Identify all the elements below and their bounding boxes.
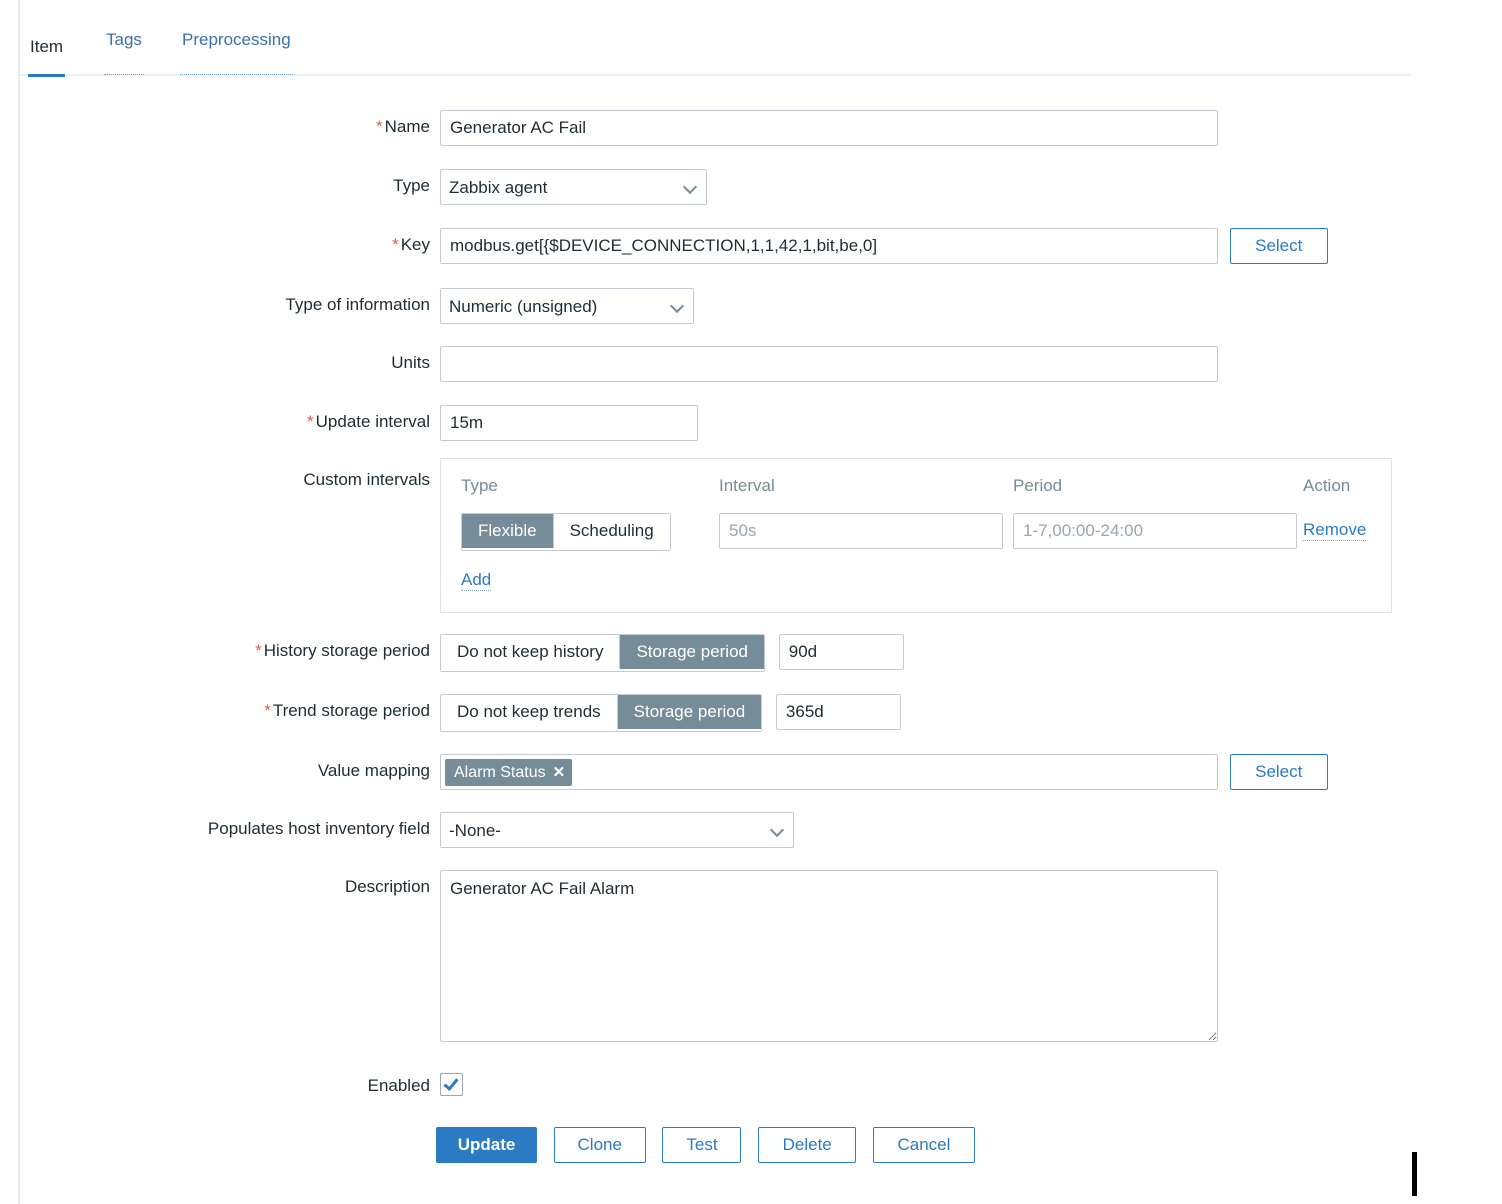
form-tabs: Item Tags Preprocessing: [20, 30, 1411, 77]
host-inventory-select-wrapper: -None-: [440, 812, 794, 848]
value-mapping-chip-label: Alarm Status: [454, 764, 546, 781]
history-storage-period-input[interactable]: [778, 634, 904, 670]
history-storage-period-option[interactable]: Storage period: [620, 635, 764, 669]
close-icon[interactable]: ✕: [553, 764, 566, 781]
custom-interval-remove-link[interactable]: Remove: [1303, 520, 1367, 541]
table-row: Flexible Scheduling: [461, 513, 671, 551]
value-mapping-multiselect[interactable]: Alarm Status ✕: [440, 754, 1218, 790]
test-button[interactable]: Test: [662, 1127, 742, 1163]
enabled-label: Enabled: [367, 1076, 430, 1095]
custom-interval-add-link[interactable]: Add: [461, 570, 492, 591]
required-marker: *: [264, 701, 271, 720]
tab-item[interactable]: Item: [28, 30, 66, 77]
name-input[interactable]: [440, 110, 1218, 146]
key-label: * Key: [392, 235, 430, 254]
required-marker: *: [255, 641, 262, 660]
type-of-information-select-wrapper: Numeric (unsigned): [440, 288, 694, 324]
required-marker: *: [307, 412, 314, 431]
custom-intervals-header-period: Period: [1013, 476, 1063, 495]
type-select-wrapper: Zabbix agent: [440, 169, 707, 205]
form-action-buttons: Update Clone Test Delete Cancel: [436, 1127, 975, 1163]
delete-button[interactable]: Delete: [758, 1127, 857, 1163]
enabled-checkbox[interactable]: [440, 1073, 463, 1096]
custom-interval-type-flexible[interactable]: Flexible: [462, 514, 554, 548]
required-marker: *: [392, 235, 399, 254]
trend-do-not-keep-option[interactable]: Do not keep trends: [441, 695, 618, 729]
custom-intervals-header-type: Type: [461, 476, 498, 495]
custom-intervals-label: Custom intervals: [303, 470, 430, 489]
cancel-button[interactable]: Cancel: [872, 1127, 975, 1163]
units-input[interactable]: [440, 346, 1218, 382]
custom-interval-interval-input[interactable]: [719, 513, 1003, 549]
text-cursor-caret: [1412, 1152, 1417, 1196]
type-of-information-label: Type of information: [285, 295, 430, 314]
value-mapping-select-button[interactable]: Select: [1229, 754, 1328, 790]
tab-preprocessing[interactable]: Preprocessing: [180, 30, 293, 75]
value-mapping-label: Value mapping: [317, 761, 430, 780]
custom-intervals-header-interval: Interval: [719, 476, 775, 495]
history-do-not-keep-option[interactable]: Do not keep history: [441, 635, 621, 669]
update-interval-input[interactable]: [440, 405, 698, 441]
description-textarea[interactable]: Generator AC Fail Alarm: [440, 870, 1218, 1042]
history-storage-period-label: * History storage period: [255, 641, 430, 660]
item-configuration-form: Item Tags Preprocessing *Name Type Zabbi…: [0, 0, 1502, 1204]
history-storage-period-group: Do not keep history Storage period: [440, 634, 765, 672]
type-select[interactable]: Zabbix agent: [440, 169, 707, 205]
key-input[interactable]: [440, 228, 1218, 264]
update-interval-label: * Update interval: [307, 412, 430, 431]
custom-interval-period-input[interactable]: [1013, 513, 1297, 549]
required-marker: *: [376, 117, 383, 136]
key-select-button[interactable]: Select: [1229, 228, 1328, 264]
custom-intervals-table: Type Interval Period Action Flexible Sch…: [440, 458, 1392, 613]
custom-interval-type-scheduling[interactable]: Scheduling: [553, 514, 670, 548]
custom-interval-type-group: Flexible Scheduling: [461, 513, 671, 551]
value-mapping-chip[interactable]: Alarm Status ✕: [445, 759, 573, 786]
trend-storage-period-group: Do not keep trends Storage period: [440, 694, 763, 732]
trend-storage-period-option[interactable]: Storage period: [617, 695, 762, 729]
host-inventory-field-label: Populates host inventory field: [207, 819, 430, 838]
trend-storage-period-input[interactable]: [775, 694, 901, 730]
type-of-information-select[interactable]: Numeric (unsigned): [440, 288, 694, 324]
host-inventory-field-select[interactable]: -None-: [440, 812, 794, 848]
clone-button[interactable]: Clone: [553, 1127, 646, 1163]
name-label: * Name: [376, 117, 430, 136]
units-label: Units: [391, 353, 430, 372]
type-label: Type: [393, 176, 430, 195]
trend-storage-period-label: * Trend storage period: [264, 701, 430, 720]
custom-intervals-header-action: Action: [1303, 476, 1351, 495]
description-label: Description: [344, 877, 430, 896]
update-button[interactable]: Update: [436, 1127, 537, 1163]
tab-tags[interactable]: Tags: [104, 30, 144, 75]
